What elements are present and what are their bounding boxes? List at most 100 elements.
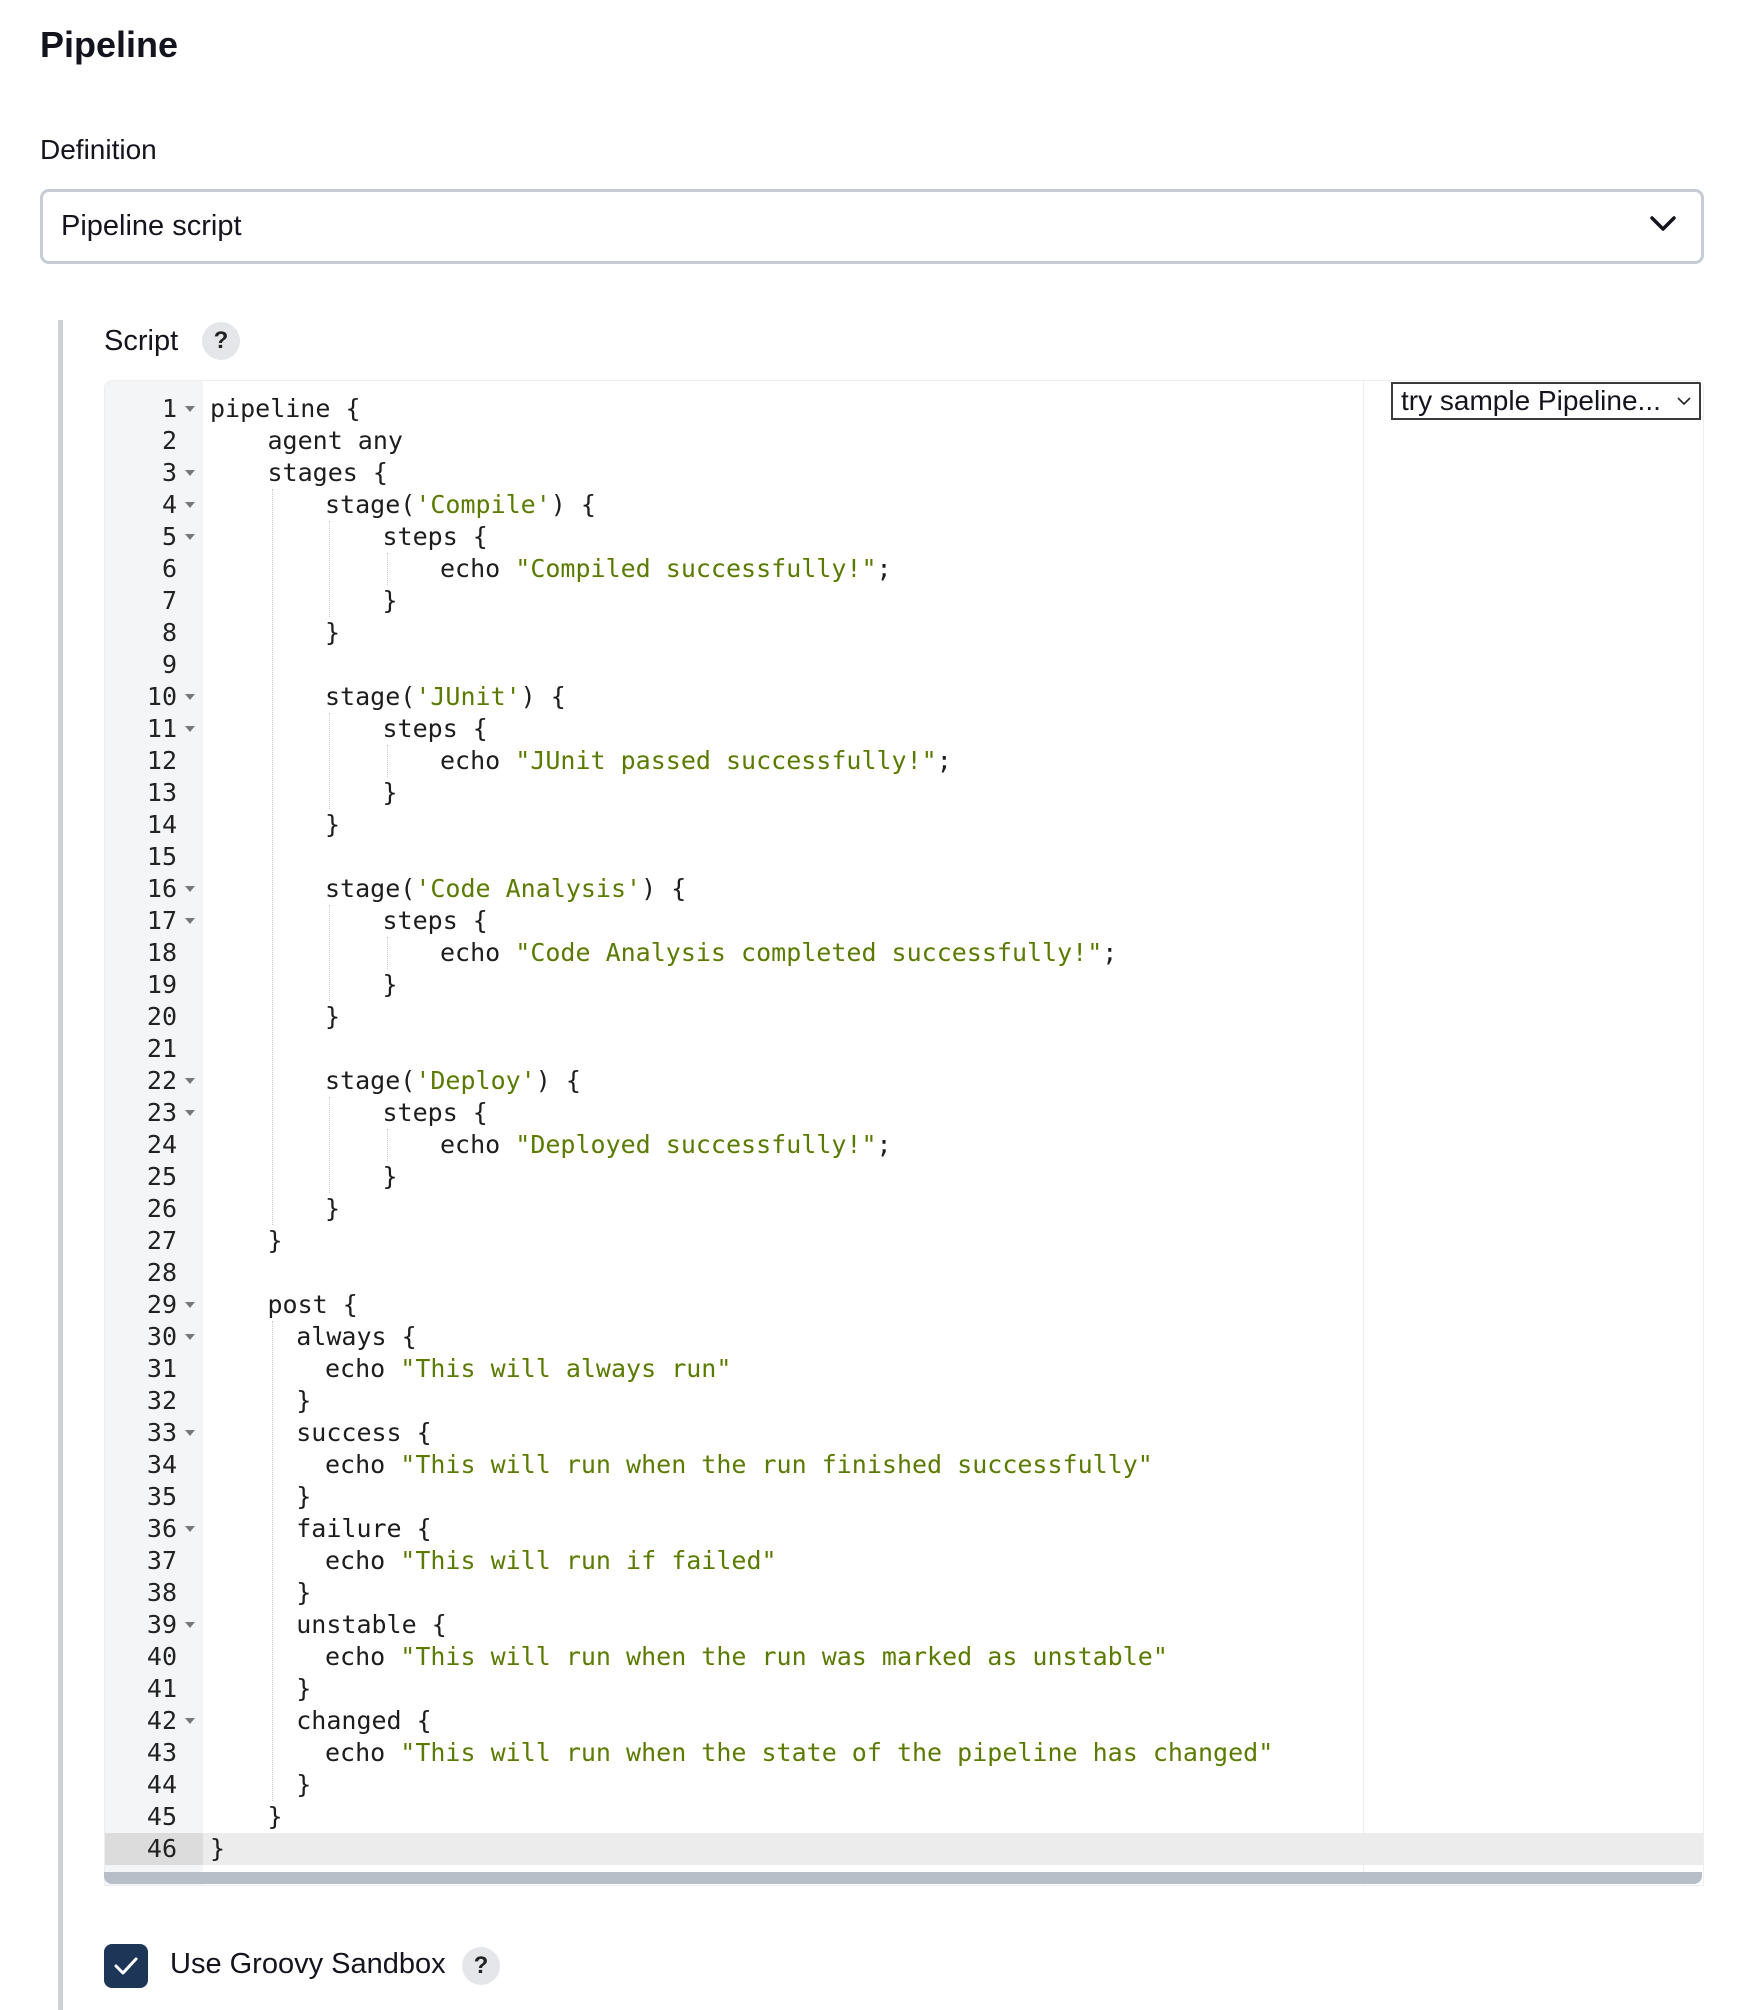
fold-toggle-icon[interactable] (185, 1526, 195, 1532)
code-text: changed { (296, 1705, 431, 1737)
code-token: changed { (296, 1706, 432, 1735)
code-line: 9 (105, 649, 1703, 681)
code-token: echo (440, 1130, 516, 1159)
code-text: steps { (383, 1097, 488, 1129)
fold-toggle-icon[interactable] (185, 502, 195, 508)
string-token: "This will run when the run was marked a… (400, 1642, 1168, 1671)
fold-toggle-icon[interactable] (185, 1622, 195, 1628)
sandbox-help-button[interactable]: ? (462, 1947, 500, 1985)
line-number: 9 (161, 650, 177, 679)
code-token: stage( (325, 490, 416, 519)
line-number: 20 (146, 1002, 177, 1031)
definition-label: Definition (40, 134, 157, 165)
chevron-down-icon (1677, 397, 1691, 406)
code-token: ; (876, 554, 892, 583)
line-number: 31 (146, 1354, 177, 1383)
code-token: } (325, 618, 341, 647)
line-number: 25 (146, 1162, 177, 1191)
line-number: 16 (146, 874, 177, 903)
string-token: "This will always run" (400, 1354, 732, 1383)
use-groovy-sandbox-checkbox[interactable] (104, 1944, 148, 1988)
code-line: 5 steps { (105, 521, 1703, 553)
code-token: echo (440, 554, 516, 583)
code-line: 24 echo "Deployed successfully!"; (105, 1129, 1703, 1161)
code-line: 37 echo "This will run if failed" (105, 1545, 1703, 1577)
code-token: echo (325, 1738, 401, 1767)
string-token: "This will run when the run finished suc… (400, 1450, 1153, 1479)
code-line: 41} (105, 1673, 1703, 1705)
fold-toggle-icon[interactable] (185, 918, 195, 924)
code-line: 22 stage('Deploy') { (105, 1065, 1703, 1097)
fold-toggle-icon[interactable] (185, 1302, 195, 1308)
fold-toggle-icon[interactable] (185, 726, 195, 732)
fold-toggle-icon[interactable] (185, 886, 195, 892)
code-text: echo "This will run when the state of th… (325, 1737, 1273, 1769)
code-token: } (382, 586, 398, 615)
line-number: 26 (146, 1194, 177, 1223)
fold-toggle-icon[interactable] (185, 694, 195, 700)
code-line: 8} (105, 617, 1703, 649)
line-number: 30 (146, 1322, 177, 1351)
line-number: 15 (146, 842, 177, 871)
fold-toggle-icon[interactable] (185, 1078, 195, 1084)
code-text: always { (296, 1321, 416, 1353)
code-token: echo (440, 938, 516, 967)
string-token: 'Compile' (415, 490, 551, 519)
code-text: } (383, 969, 398, 1001)
code-line: 28 (105, 1257, 1703, 1289)
code-token: } (267, 1802, 283, 1831)
line-number: 23 (146, 1098, 177, 1127)
code-line: 33 success { (105, 1417, 1703, 1449)
code-line: 38} (105, 1577, 1703, 1609)
code-token: failure { (296, 1514, 432, 1543)
fold-toggle-icon[interactable] (185, 406, 195, 412)
code-token: } (210, 1834, 226, 1863)
code-text: } (325, 1193, 340, 1225)
code-token: ) { (641, 874, 687, 903)
fold-toggle-icon[interactable] (185, 1110, 195, 1116)
code-text: } (296, 1769, 311, 1801)
code-token: post { (267, 1290, 358, 1319)
fold-toggle-icon[interactable] (185, 470, 195, 476)
line-number: 29 (146, 1290, 177, 1319)
fold-toggle-icon[interactable] (185, 1430, 195, 1436)
code-token: success { (296, 1418, 432, 1447)
string-token: 'Code Analysis' (415, 874, 642, 903)
section-indent-bar (58, 320, 63, 2010)
definition-select[interactable]: Pipeline script (40, 189, 1704, 264)
script-help-button[interactable]: ? (202, 322, 240, 360)
code-token: ; (876, 1130, 892, 1159)
code-line: 11 steps { (105, 713, 1703, 745)
code-text: steps { (383, 713, 488, 745)
code-text: unstable { (296, 1609, 447, 1641)
code-text: echo "This will run when the run finishe… (325, 1449, 1153, 1481)
code-text: echo "This will run if failed" (325, 1545, 777, 1577)
code-text: } (325, 809, 340, 841)
code-text: } (383, 585, 398, 617)
code-text: echo "Code Analysis completed successful… (440, 937, 1117, 969)
script-editor[interactable]: 1 pipeline {2 agent any 3 stages {4 stage('Co… (104, 380, 1704, 1886)
line-number: 32 (146, 1386, 177, 1415)
code-token: ) { (550, 490, 596, 519)
code-text: pipeline { (210, 393, 361, 425)
code-line: 34 echo "This will run when the run finis… (105, 1449, 1703, 1481)
editor-horizontal-scrollbar[interactable] (104, 1872, 1702, 1884)
code-text: echo "Compiled successfully!"; (440, 553, 892, 585)
code-token: } (382, 1162, 398, 1191)
code-text: stage('Code Analysis') { (325, 873, 686, 905)
fold-toggle-icon[interactable] (185, 534, 195, 540)
definition-selected-value: Pipeline script (61, 210, 242, 242)
fold-toggle-icon[interactable] (185, 1334, 195, 1340)
code-lines: 1 pipeline {2 agent any 3 stages {4 stage('Co… (105, 393, 1703, 1865)
code-text: } (268, 1225, 283, 1257)
fold-toggle-icon[interactable] (185, 1718, 195, 1724)
code-text: stages { (268, 457, 388, 489)
string-token: "Compiled successfully!" (515, 554, 877, 583)
line-number: 14 (146, 810, 177, 839)
code-token: echo (440, 746, 516, 775)
line-number: 41 (146, 1674, 177, 1703)
code-token: stages { (267, 458, 388, 487)
try-sample-pipeline-select[interactable]: try sample Pipeline... (1391, 382, 1701, 420)
code-token: ; (936, 746, 952, 775)
code-token: } (296, 1770, 312, 1799)
